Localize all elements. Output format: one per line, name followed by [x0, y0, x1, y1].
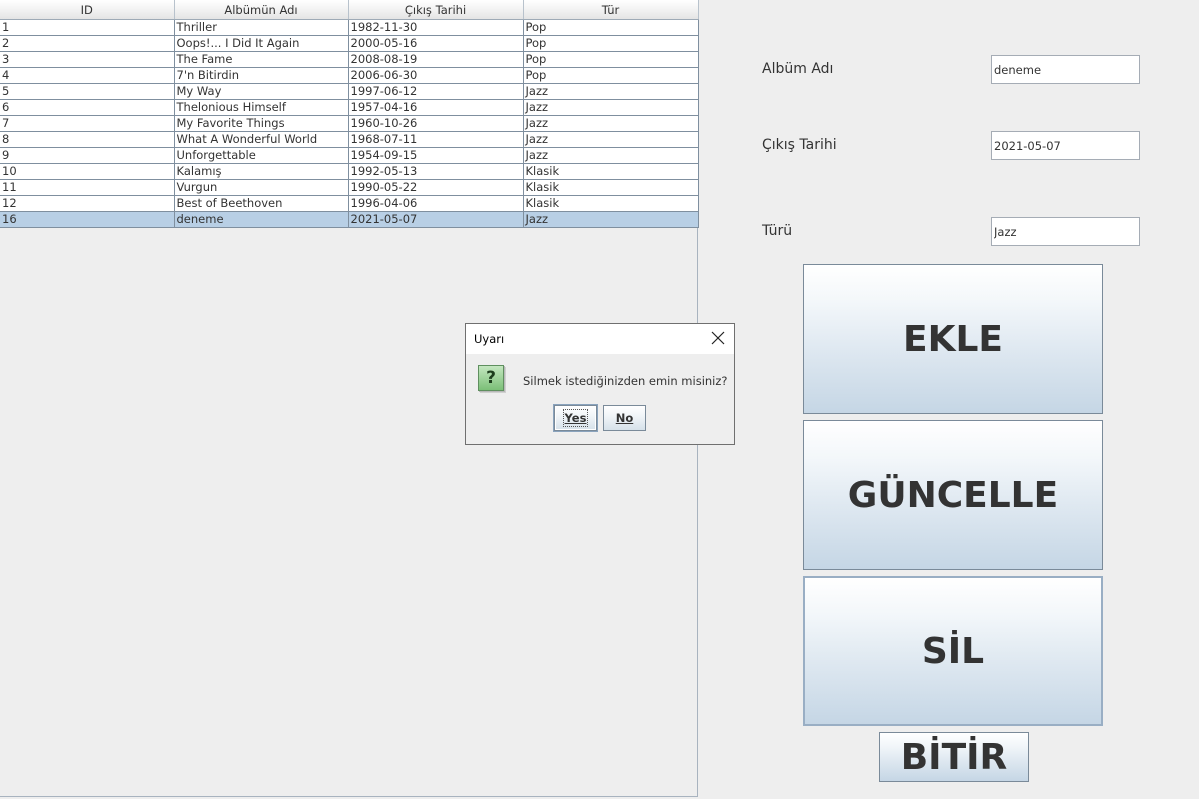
cell-id[interactable]: 4: [0, 67, 175, 84]
table-row[interactable]: 5 My Way 1997-06-12 Jazz: [0, 83, 699, 100]
cell-genre[interactable]: Jazz: [523, 83, 699, 100]
cell-id[interactable]: 16: [0, 211, 175, 228]
cell-id[interactable]: 3: [0, 51, 175, 68]
table-header-row: ID Albümün Adı Çıkış Tarihi Tür: [0, 0, 699, 20]
cell-album-name[interactable]: My Way: [174, 83, 349, 100]
finish-button[interactable]: BİTİR: [879, 732, 1029, 782]
table-row[interactable]: 12 Best of Beethoven 1996-04-06 Klasik: [0, 195, 699, 212]
dialog-message: Silmek istediğinizden emin misiniz?: [523, 374, 728, 388]
cell-id[interactable]: 2: [0, 35, 175, 52]
table-row[interactable]: 1 Thriller 1982-11-30 Pop: [0, 19, 699, 36]
column-header-id[interactable]: ID: [0, 0, 175, 20]
cell-genre[interactable]: Klasik: [523, 163, 699, 180]
cell-id[interactable]: 7: [0, 115, 175, 132]
cell-album-name[interactable]: Oops!... I Did It Again: [174, 35, 349, 52]
cell-album-name[interactable]: Vurgun: [174, 179, 349, 196]
dialog-title: Uyarı: [474, 332, 505, 346]
cell-id[interactable]: 5: [0, 83, 175, 100]
cell-id[interactable]: 9: [0, 147, 175, 164]
release-date-input[interactable]: [991, 131, 1140, 160]
close-icon[interactable]: [710, 330, 726, 346]
cell-genre[interactable]: Pop: [523, 67, 699, 84]
cell-release-date[interactable]: 1957-04-16: [348, 99, 524, 116]
cell-genre[interactable]: Jazz: [523, 99, 699, 116]
cell-genre[interactable]: Klasik: [523, 179, 699, 196]
yes-button-label: Yes: [562, 409, 589, 427]
cell-id[interactable]: 11: [0, 179, 175, 196]
cell-genre[interactable]: Pop: [523, 51, 699, 68]
cell-release-date[interactable]: 1992-05-13: [348, 163, 524, 180]
cell-album-name[interactable]: 7'n Bitirdin: [174, 67, 349, 84]
cell-album-name[interactable]: Thelonious Himself: [174, 99, 349, 116]
table-row[interactable]: 11 Vurgun 1990-05-22 Klasik: [0, 179, 699, 196]
cell-album-name[interactable]: Unforgettable: [174, 147, 349, 164]
genre-input[interactable]: [991, 217, 1140, 246]
question-icon: ?: [478, 365, 504, 391]
table-row[interactable]: 3 The Fame 2008-08-19 Pop: [0, 51, 699, 68]
cell-release-date[interactable]: 1990-05-22: [348, 179, 524, 196]
cell-release-date[interactable]: 1997-06-12: [348, 83, 524, 100]
table-row[interactable]: 4 7'n Bitirdin 2006-06-30 Pop: [0, 67, 699, 84]
cell-id[interactable]: 6: [0, 99, 175, 116]
update-button[interactable]: GÜNCELLE: [803, 420, 1103, 570]
album-table[interactable]: ID Albümün Adı Çıkış Tarihi Tür 1 Thrille…: [0, 0, 699, 228]
cell-release-date[interactable]: 2000-05-16: [348, 35, 524, 52]
cell-release-date[interactable]: 1960-10-26: [348, 115, 524, 132]
album-name-input[interactable]: [991, 55, 1140, 84]
cell-genre[interactable]: Jazz: [523, 147, 699, 164]
yes-button[interactable]: Yes: [554, 405, 597, 431]
cell-genre[interactable]: Jazz: [523, 115, 699, 132]
cell-release-date[interactable]: 1954-09-15: [348, 147, 524, 164]
table-row[interactable]: 16 deneme 2021-05-07 Jazz: [0, 211, 699, 228]
table-row[interactable]: 6 Thelonious Himself 1957-04-16 Jazz: [0, 99, 699, 116]
cell-album-name[interactable]: Best of Beethoven: [174, 195, 349, 212]
cell-release-date[interactable]: 1968-07-11: [348, 131, 524, 148]
confirm-dialog: Uyarı ? Silmek istediğinizden emin misin…: [465, 323, 735, 445]
cell-album-name[interactable]: Kalamış: [174, 163, 349, 180]
table-row[interactable]: 9 Unforgettable 1954-09-15 Jazz: [0, 147, 699, 164]
add-button[interactable]: EKLE: [803, 264, 1103, 414]
table-row[interactable]: 2 Oops!... I Did It Again 2000-05-16 Pop: [0, 35, 699, 52]
cell-release-date[interactable]: 2006-06-30: [348, 67, 524, 84]
cell-release-date[interactable]: 2008-08-19: [348, 51, 524, 68]
no-button-label: No: [615, 411, 634, 425]
cell-release-date[interactable]: 1982-11-30: [348, 19, 524, 36]
no-button[interactable]: No: [603, 405, 646, 431]
table-row[interactable]: 8 What A Wonderful World 1968-07-11 Jazz: [0, 131, 699, 148]
cell-album-name[interactable]: What A Wonderful World: [174, 131, 349, 148]
album-name-label: Albüm Adı: [762, 61, 834, 77]
column-header-release-date[interactable]: Çıkış Tarihi: [348, 0, 524, 20]
release-date-label: Çıkış Tarihi: [762, 137, 837, 153]
cell-release-date[interactable]: 2021-05-07: [348, 211, 524, 228]
cell-album-name[interactable]: Thriller: [174, 19, 349, 36]
cell-genre[interactable]: Jazz: [523, 211, 699, 228]
table-row[interactable]: 7 My Favorite Things 1960-10-26 Jazz: [0, 115, 699, 132]
cell-album-name[interactable]: My Favorite Things: [174, 115, 349, 132]
delete-button[interactable]: SİL: [803, 576, 1103, 726]
cell-album-name[interactable]: The Fame: [174, 51, 349, 68]
table-row[interactable]: 10 Kalamış 1992-05-13 Klasik: [0, 163, 699, 180]
cell-genre[interactable]: Pop: [523, 35, 699, 52]
cell-id[interactable]: 12: [0, 195, 175, 212]
cell-id[interactable]: 1: [0, 19, 175, 36]
cell-release-date[interactable]: 1996-04-06: [348, 195, 524, 212]
table-body: 1 Thriller 1982-11-30 Pop 2 Oops!... I Did It…: [0, 19, 699, 228]
cell-id[interactable]: 8: [0, 131, 175, 148]
cell-id[interactable]: 10: [0, 163, 175, 180]
cell-album-name[interactable]: deneme: [174, 211, 349, 228]
genre-label: Türü: [762, 223, 793, 239]
cell-genre[interactable]: Klasik: [523, 195, 699, 212]
dialog-titlebar[interactable]: Uyarı: [466, 324, 734, 354]
app-window: ID Albümün Adı Çıkış Tarihi Tür 1 Thrille…: [0, 0, 1199, 799]
cell-genre[interactable]: Pop: [523, 19, 699, 36]
column-header-genre[interactable]: Tür: [523, 0, 699, 20]
cell-genre[interactable]: Jazz: [523, 131, 699, 148]
column-header-album-name[interactable]: Albümün Adı: [174, 0, 349, 20]
